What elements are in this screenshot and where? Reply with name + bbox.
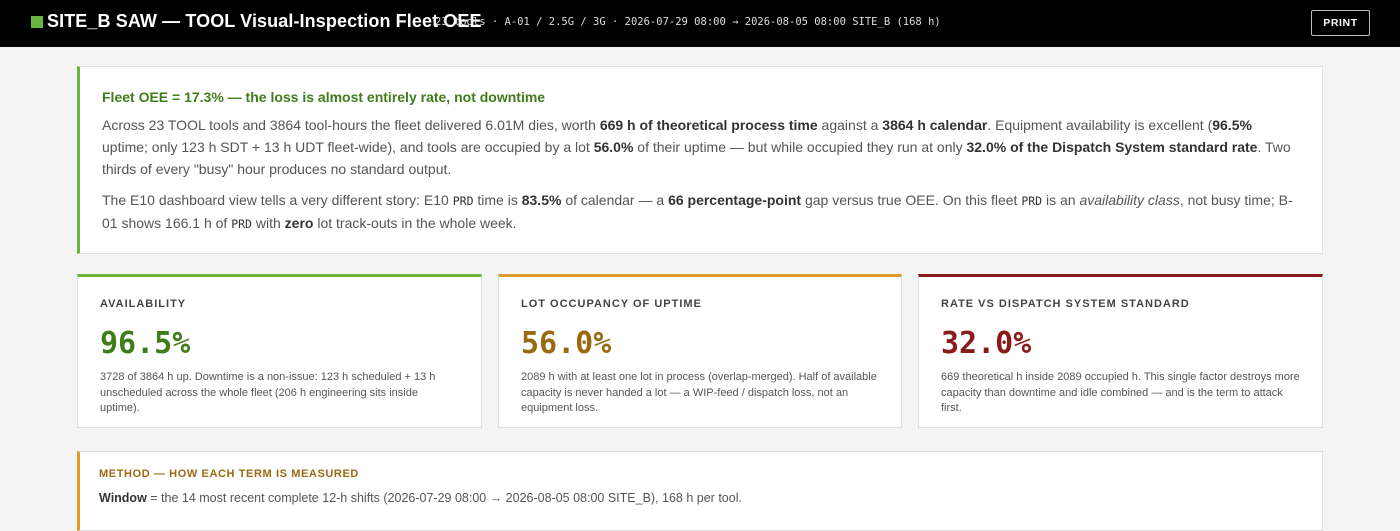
card-description: 2089 h with at least one lot in process … bbox=[521, 371, 877, 414]
method-heading: METHOD — HOW EACH TERM IS MEASURED bbox=[99, 468, 359, 480]
card-description: 3728 of 3864 h up. Downtime is a non-iss… bbox=[100, 371, 436, 414]
report-meta: 23 tools · A-01 / 2.5G / 3G · 2026-07-29… bbox=[435, 16, 941, 28]
card-value: 96.5% bbox=[100, 326, 191, 361]
card-description: 669 theoretical h inside 2089 occupied h… bbox=[941, 371, 1300, 414]
print-button[interactable]: PRINT bbox=[1311, 10, 1370, 36]
rate-card: RATE VS DISPATCH SYSTEM STANDARD 32.0% 6… bbox=[918, 274, 1323, 428]
method-panel: METHOD — HOW EACH TERM IS MEASURED Windo… bbox=[77, 451, 1323, 531]
summary-panel: Fleet OEE = 17.3% — the loss is almost e… bbox=[77, 66, 1323, 254]
card-label: AVAILABILITY bbox=[100, 298, 187, 310]
card-label: LOT OCCUPANCY OF UPTIME bbox=[521, 298, 702, 310]
card-value: 32.0% bbox=[941, 326, 1032, 361]
logo-square-icon bbox=[31, 16, 43, 28]
summary-paragraph-2: The E10 dashboard view tells a very diff… bbox=[102, 192, 1293, 231]
summary-heading: Fleet OEE = 17.3% — the loss is almost e… bbox=[102, 89, 546, 105]
top-bar: SITE_B SAW — TOOL Visual-Inspection Flee… bbox=[0, 0, 1400, 47]
lot-occupancy-card: LOT OCCUPANCY OF UPTIME 56.0% 2089 h wit… bbox=[498, 274, 902, 428]
page-title: SITE_B SAW — TOOL Visual-Inspection Flee… bbox=[47, 11, 482, 31]
availability-card: AVAILABILITY 96.5% 3728 of 3864 h up. Do… bbox=[77, 274, 482, 428]
card-value: 56.0% bbox=[521, 326, 612, 361]
summary-paragraph-1: Across 23 TOOL tools and 3864 tool-hours… bbox=[102, 117, 1291, 177]
card-label: RATE VS DISPATCH SYSTEM STANDARD bbox=[941, 298, 1190, 310]
method-window-line: Window = the 14 most recent complete 12-… bbox=[99, 491, 742, 505]
